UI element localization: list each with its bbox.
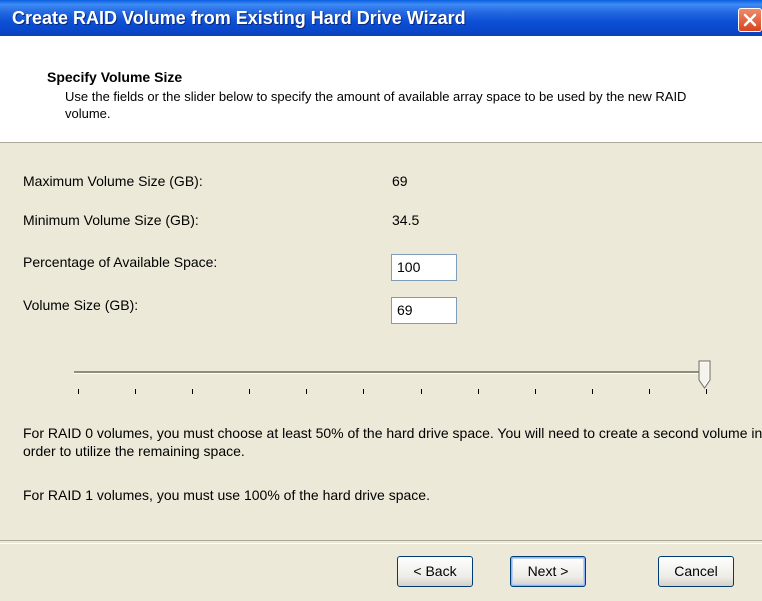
volume-size-label: Volume Size (GB): — [23, 297, 139, 313]
slider-tick — [135, 389, 137, 394]
page-description: Use the fields or the slider below to sp… — [65, 89, 687, 121]
close-icon — [743, 13, 757, 27]
back-button[interactable]: < Back — [397, 556, 473, 587]
percentage-label: Percentage of Available Space: — [23, 254, 218, 270]
percentage-input[interactable]: 100 — [391, 254, 457, 281]
min-volume-label: Minimum Volume Size (GB): — [23, 212, 199, 228]
window-title: Create RAID Volume from Existing Hard Dr… — [12, 8, 466, 28]
max-volume-label: Maximum Volume Size (GB): — [23, 173, 203, 189]
page-title: Specify Volume Size — [47, 69, 183, 85]
slider-tick — [192, 389, 194, 394]
slider-tick — [477, 389, 479, 394]
close-button[interactable] — [738, 8, 762, 32]
slider-tick — [363, 389, 365, 394]
raid0-note: For RAID 0 volumes, you must choose at l… — [23, 425, 762, 459]
slider-tick — [591, 389, 593, 394]
divider — [0, 540, 762, 544]
raid1-note: For RAID 1 volumes, you must use 100% of… — [23, 487, 430, 503]
slider-tick — [420, 389, 422, 394]
slider-tick — [648, 389, 650, 394]
slider-track[interactable] — [74, 371, 710, 374]
cancel-button[interactable]: Cancel — [658, 556, 734, 587]
next-button[interactable]: Next > — [510, 556, 586, 587]
slider-tick — [306, 389, 308, 394]
slider-thumb[interactable] — [697, 360, 713, 390]
slider-tick — [249, 389, 251, 394]
volume-size-input[interactable]: 69 — [391, 297, 457, 324]
title-bar[interactable]: Create RAID Volume from Existing Hard Dr… — [0, 0, 762, 36]
max-volume-value: 69 — [392, 173, 408, 189]
min-volume-value: 34.5 — [392, 212, 420, 228]
slider-tick — [78, 389, 79, 394]
wizard-header: Specify Volume Size Use the fields or th… — [0, 36, 762, 143]
slider-tick — [534, 389, 536, 394]
